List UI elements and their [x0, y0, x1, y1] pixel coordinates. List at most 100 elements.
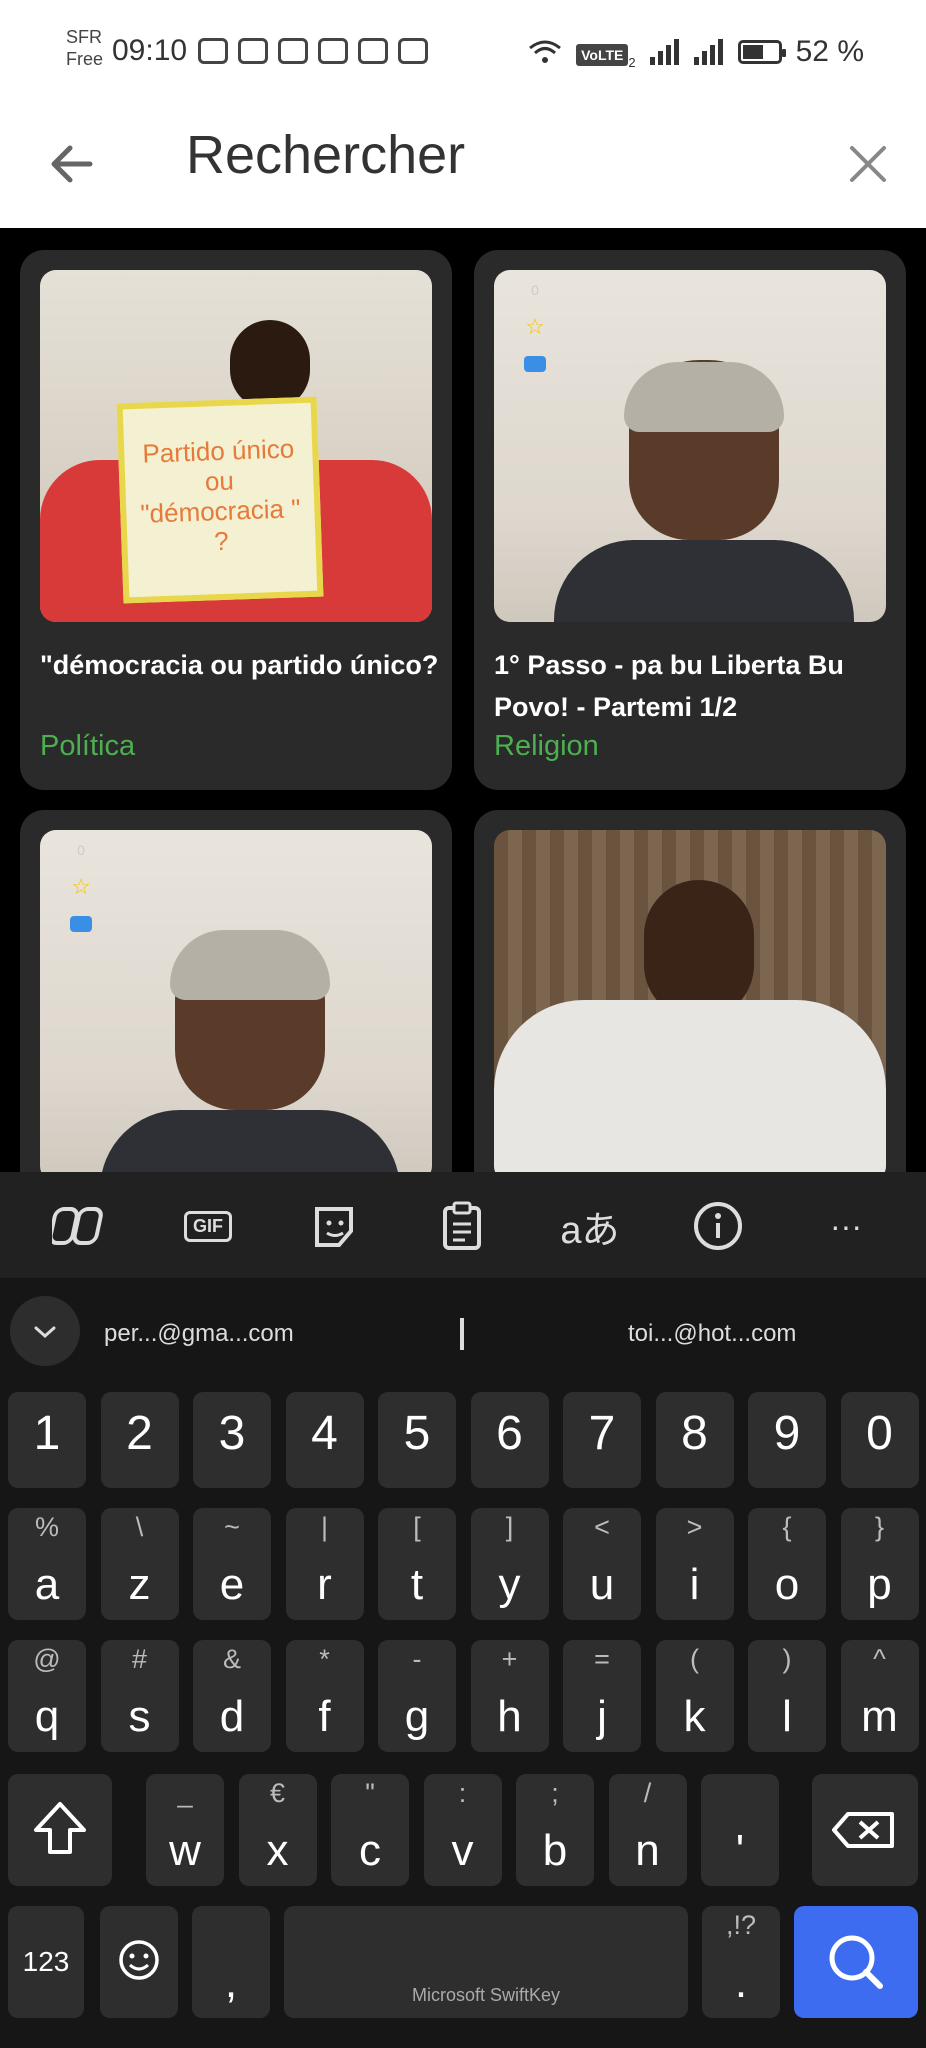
key-h[interactable]: + h [470, 1640, 549, 1752]
copilot-button[interactable] [50, 1196, 110, 1256]
key-secondary-label: & [222, 1644, 241, 1674]
key-e[interactable]: ~ e [193, 1508, 271, 1620]
key-label: i [689, 1560, 700, 1609]
key-5[interactable]: 5 [378, 1392, 456, 1488]
key-secondary-label: ~ [224, 1512, 240, 1542]
key-secondary-label: € [269, 1778, 286, 1808]
key-q[interactable]: @ q [8, 1640, 86, 1752]
emoji-key[interactable] [100, 1906, 178, 2018]
key-o[interactable]: {o [748, 1508, 826, 1620]
key-i[interactable]: > i [655, 1508, 734, 1620]
key-label: h [497, 1692, 522, 1741]
key-y[interactable]: ] y [470, 1508, 549, 1620]
comma-key[interactable]: , [192, 1906, 270, 2018]
gif-button[interactable]: GIF [178, 1196, 238, 1256]
gmail-icon [358, 38, 388, 64]
space-key[interactable]: Microsoft SwiftKey [284, 1906, 688, 2018]
key-secondary-label: } [874, 1512, 885, 1542]
suggestion-item[interactable]: toi...@hot...com [628, 1320, 796, 1348]
key-label: g [404, 1692, 430, 1741]
key-label: 4 [311, 1407, 338, 1460]
key-secondary-label: / [643, 1778, 652, 1808]
key-0[interactable]: 0 [840, 1392, 919, 1488]
key-l[interactable]: ) l [748, 1640, 826, 1752]
key-d[interactable]: & d [193, 1640, 271, 1752]
clipboard-button[interactable] [432, 1196, 492, 1256]
key-label: , [224, 1958, 238, 2007]
key-m[interactable]: ^ m [840, 1640, 919, 1752]
key-z[interactable]: \ z [100, 1508, 179, 1620]
comment-icon [70, 916, 92, 932]
result-card[interactable]: Partido único ou "démocracia " ? "démocr… [20, 250, 452, 790]
key-secondary-label: - [412, 1644, 422, 1674]
results-grid: Partido único ou "démocracia " ? "démocr… [0, 228, 926, 1172]
video-thumbnail[interactable]: 0 ☆ [40, 830, 432, 1172]
key-secondary-label: : [458, 1778, 467, 1808]
key-t[interactable]: [t [378, 1508, 456, 1620]
video-thumbnail[interactable] [494, 830, 886, 1172]
key-secondary-label: + [501, 1644, 518, 1674]
key-apostrophe[interactable]: ' [701, 1774, 779, 1886]
key-8[interactable]: 8 [655, 1392, 734, 1488]
text-cursor [460, 1318, 464, 1350]
video-stats: 0 ☆ [524, 282, 546, 372]
signal-icon [649, 39, 680, 65]
key-secondary-label: ( [690, 1644, 699, 1674]
key-b[interactable]: ; b [516, 1774, 594, 1886]
info-button[interactable] [688, 1196, 748, 1256]
result-card[interactable] [474, 810, 906, 1172]
translate-button[interactable]: aあ [560, 1196, 620, 1256]
key-c[interactable]: " c [331, 1774, 409, 1886]
key-s[interactable]: # s [100, 1640, 179, 1752]
video-thumbnail[interactable]: 0 ☆ [494, 270, 886, 622]
collapse-button[interactable] [10, 1296, 80, 1366]
video-thumbnail[interactable]: Partido único ou "démocracia " ? [40, 270, 432, 622]
key-label: . [734, 1958, 748, 2007]
key-x[interactable]: € x [238, 1774, 317, 1886]
key-secondary-label: " [365, 1778, 375, 1808]
key-label: n [635, 1826, 660, 1875]
result-card[interactable]: 0 ☆ [20, 810, 452, 1172]
key-f[interactable]: * f [285, 1640, 364, 1752]
key-p[interactable]: } p [840, 1508, 919, 1620]
key-label: e [219, 1560, 245, 1609]
result-title: "démocracia ou partido único? [40, 650, 439, 680]
volte-badge: VoLTE 2 [576, 34, 636, 70]
more-button[interactable]: ··· [816, 1196, 876, 1256]
period-key[interactable]: ,!?. [702, 1906, 780, 2018]
shift-key[interactable] [8, 1774, 112, 1886]
info-icon [694, 1202, 742, 1250]
suggestion-bar: per...@gma...com toi...@hot...com [0, 1278, 926, 1384]
key-7[interactable]: 7 [563, 1392, 641, 1488]
search-key[interactable] [794, 1906, 918, 2018]
suggestion-item[interactable]: per...@gma...com [104, 1320, 294, 1348]
search-icon [829, 1935, 883, 1989]
backspace-key[interactable] [812, 1774, 918, 1886]
key-w[interactable]: _ w [146, 1774, 224, 1886]
key-label: o [774, 1560, 800, 1609]
numbers-key[interactable]: 123 [8, 1906, 84, 2018]
key-2[interactable]: 2 [100, 1392, 179, 1488]
key-j[interactable]: = j [563, 1640, 641, 1752]
key-r[interactable]: | r [285, 1508, 364, 1620]
key-n[interactable]: / n [608, 1774, 687, 1886]
key-secondary-label: | [320, 1512, 328, 1542]
key-9[interactable]: 9 [748, 1392, 826, 1488]
key-u[interactable]: < u [563, 1508, 641, 1620]
key-4[interactable]: 4 [285, 1392, 364, 1488]
shift-icon [34, 1802, 86, 1854]
clear-search-button[interactable] [838, 134, 898, 194]
back-button[interactable] [44, 134, 104, 194]
key-g[interactable]: -g [378, 1640, 456, 1752]
key-v[interactable]: :v [423, 1774, 502, 1886]
sticker-button[interactable] [306, 1196, 366, 1256]
key-6[interactable]: 6 [470, 1392, 549, 1488]
key-label: t [410, 1560, 424, 1609]
key-1[interactable]: 1 [8, 1392, 86, 1488]
key-k[interactable]: (k [655, 1640, 734, 1752]
key-label: 9 [773, 1407, 801, 1460]
mute-icon [318, 38, 348, 64]
key-3[interactable]: 3 [193, 1392, 271, 1488]
result-card[interactable]: 0 ☆ 1° Passo - pa bu Liberta Bu Povo! - … [474, 250, 906, 790]
key-a[interactable]: % a [8, 1508, 86, 1620]
